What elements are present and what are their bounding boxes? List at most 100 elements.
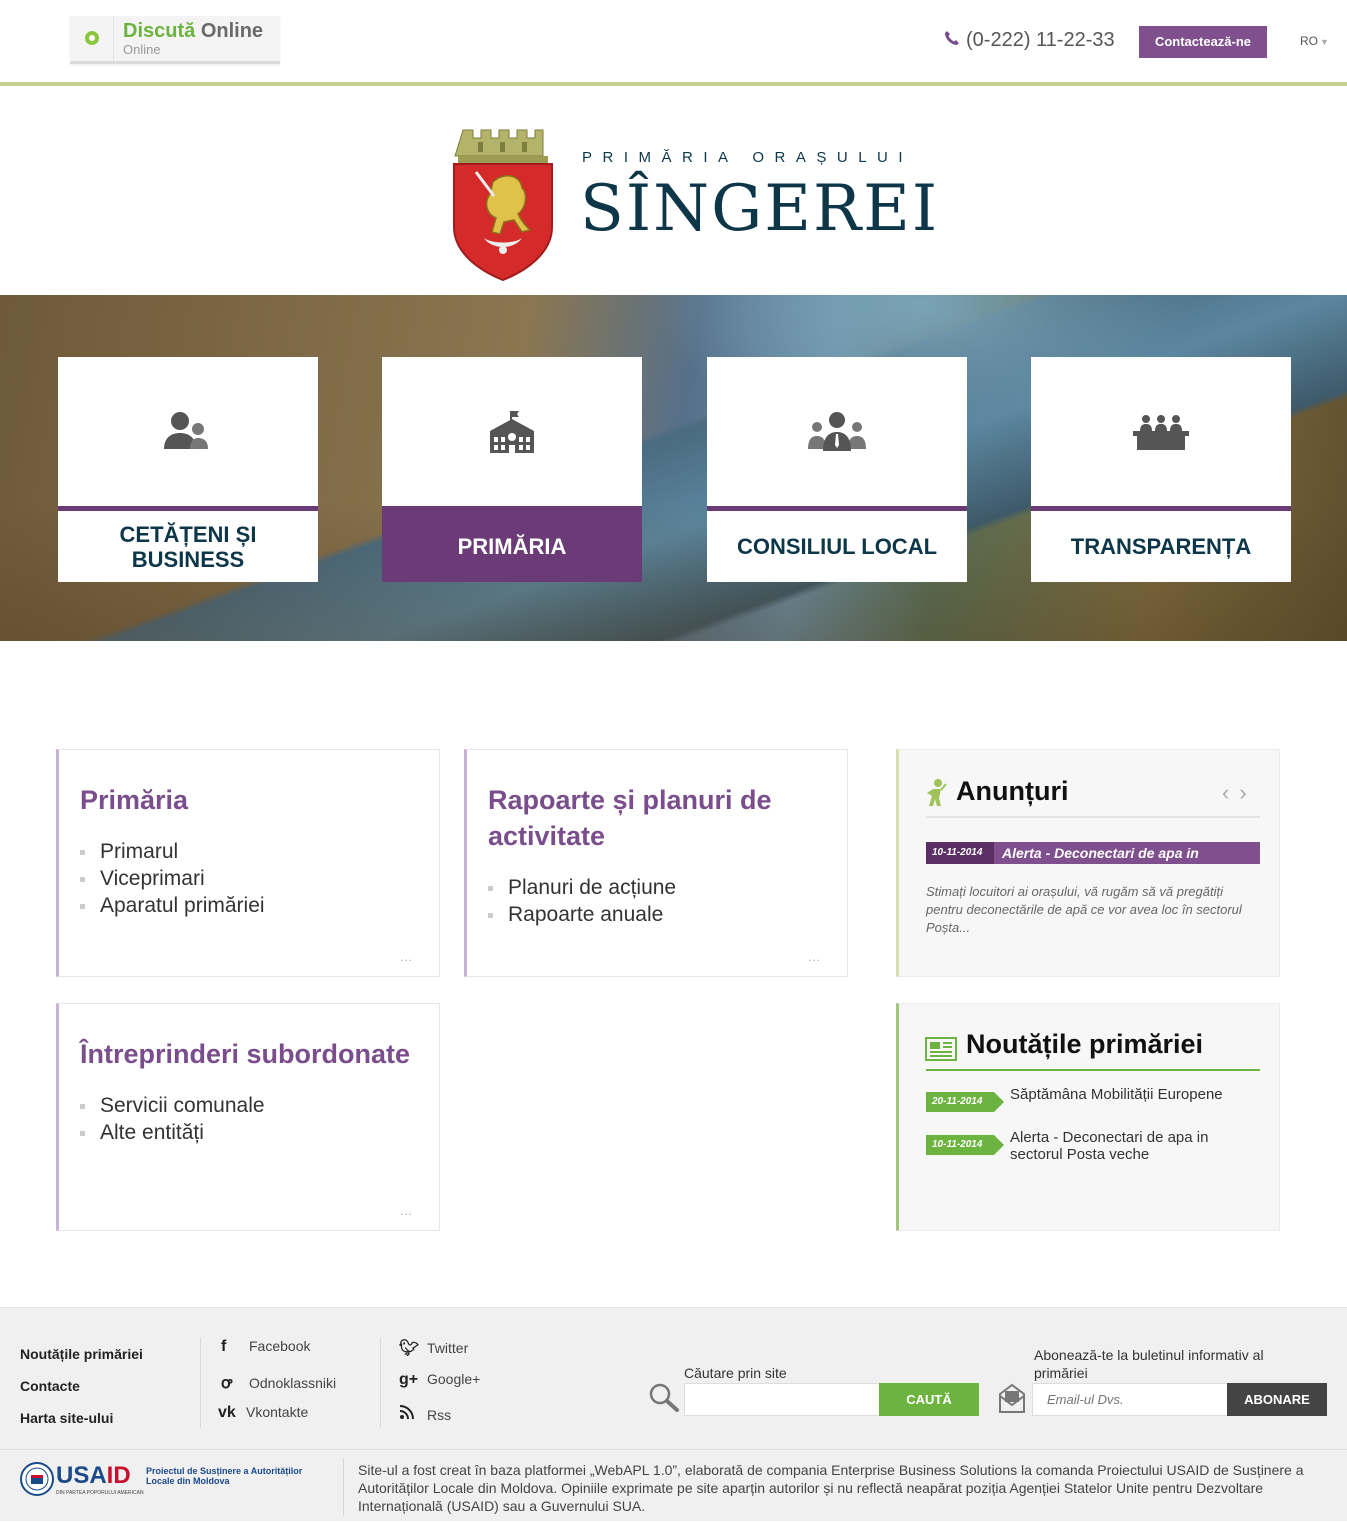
meeting-table-icon <box>1031 407 1291 463</box>
phone-text: (0-222) 11-22-33 <box>966 29 1115 51</box>
card-list: Servicii comunale Alte entități <box>80 1092 265 1146</box>
online-status-icon <box>85 31 99 45</box>
card-list: Primarul Viceprimari Aparatul primăriei <box>80 838 265 919</box>
more-link[interactable]: ... <box>400 1204 413 1218</box>
chat-status-box <box>70 16 114 61</box>
rss-icon <box>399 1404 427 1425</box>
tile-label: PRIMĂRIA <box>382 506 642 582</box>
vkontakte-icon: vk <box>218 1404 236 1421</box>
social-label: Facebook <box>249 1338 311 1354</box>
list-item[interactable]: Primarul <box>80 838 265 865</box>
news-headline: Săptămâna Mobilității Europene <box>1010 1086 1223 1103</box>
chat-title-rest: Online <box>200 20 264 42</box>
carousel-arrows: ‹› <box>1222 780 1257 806</box>
logo-subtitle: PRIMĂRIA ORAȘULUI <box>582 149 914 166</box>
social-google-plus[interactable]: g+ Google+ <box>399 1371 480 1389</box>
card-intreprinderi: Întreprinderi subordonate Servicii comun… <box>56 1003 440 1231</box>
search-button[interactable]: CAUTĂ <box>879 1383 979 1416</box>
footer-link-harta[interactable]: Harta site-ului <box>20 1410 113 1426</box>
chat-title-highlight: Discută <box>123 20 196 42</box>
announcements-title: Anunțuri <box>956 776 1069 806</box>
list-item[interactable]: Planuri de acțiune <box>488 874 676 901</box>
usaid-logo-text-b: ID <box>106 1462 131 1489</box>
email-field[interactable] <box>1032 1383 1228 1416</box>
newspaper-icon <box>925 1037 957 1066</box>
usaid-logo-text-a: USA <box>56 1462 107 1489</box>
footer-divider <box>343 1458 344 1516</box>
google-plus-icon: g+ <box>399 1371 419 1388</box>
top-bar: Discută Online Online (0-222) 11-22-33 C… <box>0 0 1347 86</box>
search-label: Căutare prin site <box>684 1365 787 1381</box>
social-twitter[interactable]: 🐦︎ Twitter <box>399 1338 468 1358</box>
usaid-project-name: Proiectul de Susținere a Autorităților L… <box>146 1466 303 1486</box>
chat-status-text: Online <box>123 42 161 57</box>
announcement-icon <box>925 778 947 813</box>
announcement-item[interactable]: 10-11-2014 Alerta - Deconectari de apa i… <box>926 842 1260 864</box>
card-title[interactable]: Rapoarte și planuri de activitate <box>488 782 818 854</box>
social-label: Vkontakte <box>246 1404 309 1420</box>
tile-cetateni-business[interactable]: CETĂȚENI ȘI BUSINESS <box>58 357 318 582</box>
social-odnoklassniki[interactable]: ꝍ Odnoklassniki <box>221 1371 336 1393</box>
social-label: Google+ <box>427 1371 481 1387</box>
online-chat-widget[interactable]: Discută Online Online <box>70 16 280 64</box>
social-vkontakte[interactable]: vk Vkontakte <box>218 1404 308 1422</box>
tile-label: CETĂȚENI ȘI BUSINESS <box>58 506 318 582</box>
phone-number: (0-222) 11-22-33 <box>944 29 1115 52</box>
title-divider <box>926 816 1260 818</box>
logo-title[interactable]: SÎNGEREI <box>580 172 939 246</box>
prev-arrow-icon[interactable]: ‹ <box>1222 780 1239 805</box>
list-item[interactable]: Aparatul primăriei <box>80 892 265 919</box>
announcement-excerpt: Stimați locuitori ai orașului, vă rugăm … <box>926 884 1242 935</box>
footer-divider <box>200 1338 201 1428</box>
card-title[interactable]: Întreprinderi subordonate <box>80 1036 410 1072</box>
city-hall-icon <box>382 407 642 463</box>
facebook-icon: f <box>221 1338 227 1355</box>
phone-icon <box>944 30 966 51</box>
footer-bottom: USAID DIN PARTEA POPORULUI AMERICAN Proi… <box>0 1449 1347 1522</box>
more-link[interactable]: ... <box>808 950 821 964</box>
news-headline: Alerta - Deconectari de apa in sectorul … <box>1010 1129 1209 1163</box>
next-arrow-icon[interactable]: › <box>1239 780 1256 805</box>
news-date: 10-11-2014 <box>926 1135 1004 1155</box>
card-title[interactable]: Primăria <box>80 782 188 818</box>
card-primaria: Primăria Primarul Viceprimari Aparatul p… <box>56 749 440 977</box>
tile-transparenta[interactable]: TRANSPARENȚA <box>1031 357 1291 582</box>
list-item[interactable]: Alte entități <box>80 1119 265 1146</box>
twitter-icon: 🐦︎ <box>399 1340 420 1357</box>
city-crest-logo[interactable] <box>448 122 558 282</box>
language-code: RO <box>1300 34 1318 48</box>
chat-title: Discută Online <box>123 20 263 43</box>
odnoklassniki-icon: ꝍ <box>221 1375 232 1392</box>
more-link[interactable]: ... <box>400 950 413 964</box>
search-input[interactable] <box>684 1383 880 1416</box>
hero-banner: CETĂȚENI ȘI BUSINESS PRIMĂRIA CONSILIUL … <box>0 295 1347 641</box>
social-facebook[interactable]: f Facebook <box>221 1338 310 1356</box>
news-item[interactable]: 10-11-2014 Alerta - Deconectari de apa i… <box>926 1129 1260 1165</box>
language-selector[interactable]: RO ▼ <box>1300 34 1329 48</box>
contact-button[interactable]: Contactează-ne <box>1139 26 1267 58</box>
list-item[interactable]: Rapoarte anuale <box>488 901 676 928</box>
council-icon <box>707 407 967 463</box>
news-date: 20-11-2014 <box>926 1092 1004 1112</box>
usaid-logo[interactable]: USAID <box>56 1462 131 1490</box>
social-rss[interactable]: Rss <box>399 1404 451 1425</box>
footer-disclaimer: Site-ul a fost creat în baza platformei … <box>358 1462 1304 1514</box>
announcement-headline: Alerta - Deconectari de apa in <box>1002 845 1199 861</box>
footer-link-noutati[interactable]: Noutățile primăriei <box>20 1346 143 1362</box>
footer: Noutățile primăriei Contacte Harta site-… <box>0 1307 1347 1521</box>
social-label: Twitter <box>427 1340 469 1356</box>
footer-link-contacte[interactable]: Contacte <box>20 1378 80 1394</box>
tile-label: CONSILIUL LOCAL <box>707 506 967 582</box>
tile-primaria[interactable]: PRIMĂRIA <box>382 357 642 582</box>
card-rapoarte: Rapoarte și planuri de activitate Planur… <box>464 749 848 977</box>
newsletter-envelope-icon <box>998 1382 1026 1419</box>
tile-consiliul-local[interactable]: CONSILIUL LOCAL <box>707 357 967 582</box>
news-item[interactable]: 20-11-2014 Săptămâna Mobilității Europen… <box>926 1086 1260 1112</box>
subscribe-button[interactable]: ABONARE <box>1227 1383 1327 1416</box>
title-divider <box>926 1069 1260 1071</box>
social-label: Odnoklassniki <box>249 1375 337 1391</box>
list-item[interactable]: Viceprimari <box>80 865 265 892</box>
subscribe-label: Abonează-te la buletinul informativ al p… <box>1034 1347 1264 1381</box>
list-item[interactable]: Servicii comunale <box>80 1092 265 1119</box>
search-icon <box>648 1382 680 1417</box>
